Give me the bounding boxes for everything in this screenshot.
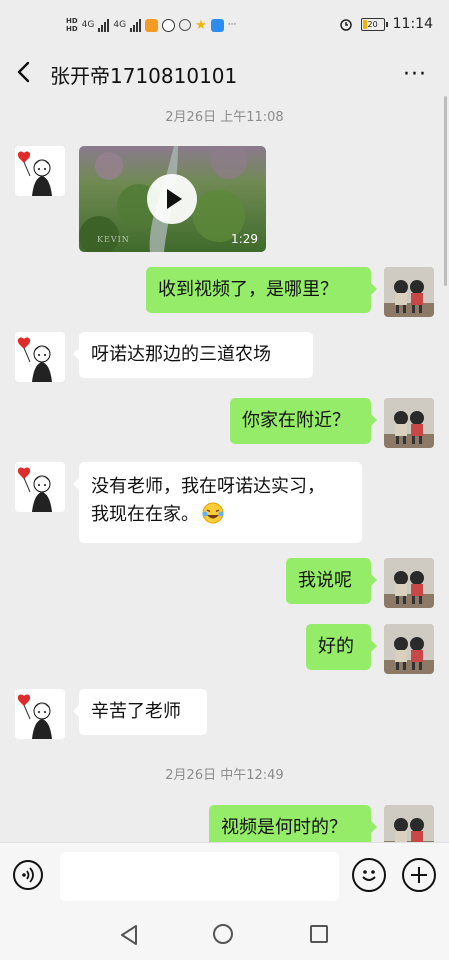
network-type-2: 4G (113, 20, 127, 30)
mail-icon (145, 18, 159, 32)
avatar-icon (15, 689, 65, 739)
star-icon: ★ (195, 17, 207, 33)
message-bubble-received[interactable]: 呀诺达那边的三道农场 (73, 332, 313, 378)
nav-back-icon[interactable] (119, 924, 139, 946)
input-bar (0, 842, 449, 911)
avatar-icon (384, 267, 434, 317)
avatar-icon (15, 332, 65, 382)
chat-history[interactable]: 2月26日 上午11:08 KEVIN 1:29 收到视频了，是哪里？ 呀诺达那… (0, 96, 449, 842)
more-notifications-icon: ··· (227, 20, 237, 30)
system-navigation-bar (0, 910, 449, 960)
message-input[interactable] (60, 852, 339, 901)
battery-icon: 20 (360, 17, 388, 31)
message-bubble-received[interactable]: 没有老师，我在呀诺达实习， 我现在在家。 (73, 462, 362, 543)
emoji-button[interactable] (352, 858, 386, 892)
message-bubble-received[interactable]: 辛苦了老师 (73, 689, 207, 735)
nav-home-icon[interactable] (213, 924, 233, 944)
more-options-icon[interactable]: ··· (403, 62, 427, 87)
clock: 11:14 (392, 16, 433, 32)
back-arrow-icon[interactable] (14, 60, 34, 84)
video-duration: 1:29 (231, 232, 258, 246)
message-bubble-sent[interactable]: 你家在附近？ (230, 398, 377, 444)
video-watermark: KEVIN (97, 235, 130, 244)
more-actions-button[interactable] (402, 858, 436, 892)
my-avatar[interactable] (384, 267, 434, 317)
status-icons-left: HD HD 4G 4G ★ ··· (66, 12, 236, 38)
avatar-icon (384, 624, 434, 674)
avatar-icon (15, 462, 65, 512)
message-bubble-sent[interactable]: 好的 (306, 624, 377, 670)
avatar-icon (384, 398, 434, 448)
hd-icon: HD HD (66, 17, 78, 33)
status-bar: HD HD 4G 4G ★ ··· 20 11:14 (0, 0, 449, 50)
message-bubble-sent[interactable]: 我说呢 (286, 558, 377, 604)
avatar-icon (384, 805, 434, 842)
my-avatar[interactable] (384, 398, 434, 448)
voice-icon (22, 867, 34, 883)
my-avatar[interactable] (384, 805, 434, 842)
chat-scrollbar[interactable] (444, 96, 447, 286)
voice-input-button[interactable] (13, 860, 43, 890)
hotspot-icon (179, 19, 192, 31)
signal-icon (130, 18, 142, 32)
network-type-1: 4G (81, 20, 95, 30)
my-avatar[interactable] (384, 624, 434, 674)
message-bubble-sent[interactable]: 收到视频了，是哪里？ (146, 267, 377, 313)
status-icons-right: 20 11:14 (339, 16, 433, 32)
contact-name: 张开帝1710810101 (50, 64, 238, 88)
signal-icon (98, 18, 110, 32)
contact-avatar[interactable] (15, 689, 65, 739)
telegram-icon (210, 18, 224, 32)
contact-avatar[interactable] (15, 462, 65, 512)
timestamp: 2月26日 中午12:49 (165, 768, 284, 783)
my-avatar[interactable] (384, 558, 434, 608)
alarm-icon (339, 19, 352, 31)
emoji-icon (362, 870, 376, 881)
video-message[interactable]: KEVIN 1:29 (79, 146, 266, 252)
contact-avatar[interactable] (15, 332, 65, 382)
avatar-icon (384, 558, 434, 608)
plus-icon (411, 867, 427, 883)
play-button[interactable] (147, 174, 197, 224)
nav-recents-icon[interactable] (310, 925, 328, 943)
message-bubble-sent[interactable]: 视频是何时的？ (209, 805, 377, 842)
avatar-icon (15, 146, 65, 196)
chat-header: 张开帝1710810101 ··· (0, 50, 449, 96)
contact-avatar[interactable] (15, 146, 65, 196)
app-icon (162, 18, 176, 32)
timestamp: 2月26日 上午11:08 (165, 110, 284, 125)
laughing-crying-emoji-icon (202, 502, 224, 524)
